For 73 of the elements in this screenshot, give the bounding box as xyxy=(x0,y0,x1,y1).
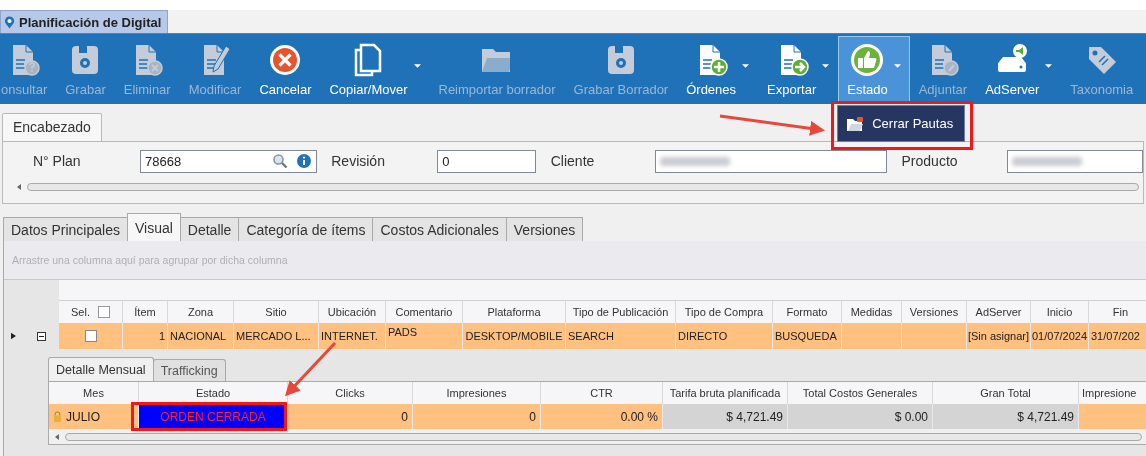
collapse-icon[interactable] xyxy=(36,331,46,341)
column-header[interactable]: Tipo de Compra xyxy=(676,301,773,323)
table-cell: 0 xyxy=(413,404,541,429)
table-cell: $ 4,721.49 xyxy=(933,404,1079,429)
column-header[interactable]: Ítem xyxy=(123,301,168,323)
tab[interactable]: Costos Adicionales xyxy=(372,217,507,241)
scroll-left-icon[interactable] xyxy=(17,184,21,190)
field-label: Cliente xyxy=(550,153,596,169)
annotation-arrow xyxy=(284,341,337,397)
table-cell: NACIONAL xyxy=(168,323,234,349)
table-cell: 0 xyxy=(288,404,413,429)
table-cell: [Sin asignar] xyxy=(967,323,1031,349)
input-field[interactable] xyxy=(654,149,887,173)
table-cell: DESKTOP/MOBILE xyxy=(463,323,566,349)
column-header[interactable]: Ubicación xyxy=(319,301,386,323)
thumbs-up-icon xyxy=(849,41,886,78)
toolbar-button[interactable]: Cancelar xyxy=(250,36,321,102)
toolbar-button[interactable]: AdServer xyxy=(976,36,1062,102)
column-header[interactable]: Fin xyxy=(1089,301,1146,323)
table-cell: MERCADO L... xyxy=(234,323,319,349)
table-cell: 0.00 % xyxy=(541,404,663,429)
search-icon xyxy=(272,153,289,169)
column-header[interactable]: AdServer xyxy=(967,301,1031,323)
column-header[interactable]: Sitio xyxy=(234,301,319,323)
column-header[interactable]: Comentario xyxy=(386,301,463,323)
tab[interactable]: Categoría de ítems xyxy=(238,217,374,241)
input-field[interactable] xyxy=(1006,149,1143,173)
table-cell: SEARCH xyxy=(566,323,676,349)
group-hint: Arrastre una columna aquí para agrupar por dicha columna xyxy=(12,254,288,266)
checkbox[interactable] xyxy=(84,330,97,342)
table-cell: BUSQUEDA xyxy=(773,323,842,349)
table-cell: 1 xyxy=(123,323,168,349)
tab[interactable]: Detalle Mensual xyxy=(48,357,154,381)
table-cell: $ 0.00 xyxy=(788,404,933,429)
input-field[interactable]: 78668 xyxy=(139,149,318,173)
menu-item[interactable]: Cerrar Pautas xyxy=(837,105,966,142)
folder-lock-icon xyxy=(846,115,865,132)
table-cell: PADS xyxy=(386,323,463,349)
field-label: N° Plan xyxy=(33,153,82,169)
toolbar-button[interactable]: Órdenes xyxy=(677,36,759,102)
table-cell: DIRECTO xyxy=(676,323,773,349)
column-header[interactable]: Sel. xyxy=(59,301,123,323)
header-tab[interactable]: Encabezado xyxy=(2,113,102,141)
window-title: Planificación de Digital xyxy=(19,14,162,30)
column-header[interactable]: Tipo de Publicación xyxy=(566,301,676,323)
input-field[interactable]: 0 xyxy=(437,149,536,173)
column-header[interactable]: Inicio xyxy=(1031,301,1089,323)
toolbar-button[interactable]: Exportar xyxy=(758,36,839,102)
toolbar-button[interactable]: Copiar/Mover xyxy=(320,36,430,102)
blurred-text xyxy=(1011,156,1082,166)
field-label: Revisión xyxy=(331,153,386,169)
document-tab[interactable]: Planificación de Digital xyxy=(0,10,169,33)
scroll-left-icon[interactable] xyxy=(55,434,59,440)
column-header[interactable]: Plataforma xyxy=(463,301,566,323)
checkbox[interactable] xyxy=(98,306,110,318)
tab[interactable]: Datos Principales xyxy=(3,217,128,241)
app-icon xyxy=(3,15,16,29)
blurred-text xyxy=(659,156,730,166)
tab[interactable]: Trafficking xyxy=(152,359,226,381)
table-cell: JULIO xyxy=(49,404,139,429)
column-header[interactable]: Zona xyxy=(168,301,234,323)
table-cell: 01/07/2024 xyxy=(1031,323,1089,349)
table-cell: INTERNET. xyxy=(319,323,386,349)
column-header[interactable]: Medidas xyxy=(842,301,902,323)
column-header[interactable]: Versiones xyxy=(902,301,967,323)
tab[interactable]: Visual xyxy=(126,213,181,241)
table-cell: $ 4,721.49 xyxy=(663,404,788,429)
info-icon xyxy=(296,153,313,169)
field-label: Producto xyxy=(901,153,959,169)
table-cell: 31/07/202 xyxy=(1089,323,1146,349)
tab[interactable]: Versiones xyxy=(505,217,584,241)
tab[interactable]: Detalle xyxy=(179,217,240,241)
column-header[interactable]: Formato xyxy=(773,301,842,323)
